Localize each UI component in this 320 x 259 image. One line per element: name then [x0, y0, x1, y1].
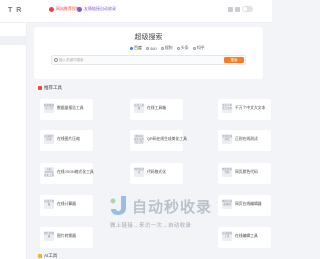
tool-name: 在线计算器	[57, 202, 76, 206]
tool-thumbnail: 网页在线编辑器	[222, 199, 232, 209]
tool-card[interactable]: QR码在线生成美化工具 QR码在线生成美化工具	[130, 130, 187, 151]
tool-name: QR码在线生成美化工具	[147, 137, 187, 141]
tab-toutiao[interactable]: 头条	[176, 45, 189, 51]
tool-card[interactable]: 正则在线测试 正则在线测试	[218, 130, 271, 151]
search-panel: 超级搜索 百度 360 搜狗 头条 知乎 搜索	[34, 27, 263, 79]
tool-card[interactable]: 在线编辑工具 在线编辑工具	[218, 227, 271, 248]
tool-card[interactable]: 在线计算器 在线计算器	[40, 195, 93, 216]
sidebar	[0, 23, 27, 259]
search-title: 超级搜索	[134, 34, 163, 41]
tool-name: 正则在线测试	[235, 137, 258, 141]
site-logo[interactable]: T R	[8, 7, 22, 14]
search-icon	[54, 58, 58, 62]
tool-name: 图片转换器	[57, 234, 76, 238]
section-title: 推荐工具	[44, 85, 62, 90]
alert-icon	[49, 6, 54, 12]
tag-icon	[38, 254, 42, 258]
tool-thumbnail: 图片转换器	[44, 231, 54, 241]
tool-name: 在线图片压缩	[57, 137, 80, 141]
link-icon	[77, 6, 82, 12]
tool-name: 在线工具箱	[147, 106, 166, 110]
tab-baidu[interactable]: 百度	[130, 45, 142, 51]
tool-card[interactable]: 在线工具箱 在线工具箱	[130, 99, 183, 120]
tab-sogou[interactable]: 搜狗	[160, 45, 173, 51]
tool-thumbnail: 在线图片压缩	[44, 134, 54, 144]
radio-icon	[130, 46, 133, 50]
notice-links-label: 友情链接自动收录	[84, 6, 116, 11]
radio-icon	[192, 46, 196, 50]
search-button[interactable]: 搜索	[224, 57, 244, 63]
tool-card[interactable]: 在线JSON格式化工具 在线JSON格式化工具	[40, 163, 94, 184]
tool-card[interactable]: 数据量报告工具 数据量报告工具	[40, 99, 93, 120]
tool-thumbnail: 代码格式化	[134, 167, 144, 177]
tool-name: 网页在线编辑器	[235, 202, 262, 206]
section-heading-recommended: 推荐工具	[38, 85, 62, 91]
tool-card[interactable]: 千万个中文大文本 千万个中文大文本	[218, 99, 271, 120]
user-icon[interactable]	[235, 7, 240, 12]
notice-links[interactable]: 友情链接自动收录	[77, 6, 116, 12]
watermark-tagline: 做上链接→来访一次→自动收录	[110, 223, 192, 229]
notice-submit[interactable]: 网站推荐投稿	[49, 6, 80, 12]
tag-icon	[38, 86, 42, 90]
section-title: AI工具	[44, 253, 58, 258]
tool-name: 千万个中文大文本	[235, 106, 266, 110]
tab-label: 搜狗	[164, 45, 173, 50]
grid-icon[interactable]	[228, 7, 233, 12]
tool-thumbnail: 网页颜色代码	[222, 167, 232, 177]
top-bar: T R 网站推荐投稿 友情链接自动收录	[0, 0, 272, 23]
watermark-logo-icon	[110, 196, 126, 215]
tool-thumbnail: 千万个中文大文本	[222, 103, 232, 113]
radio-icon	[146, 46, 149, 50]
search-engine-tabs: 百度 360 搜狗 头条 知乎	[130, 45, 205, 51]
tool-card[interactable]: 代码格式化 代码格式化	[130, 163, 183, 184]
tab-zhihu[interactable]: 知乎	[192, 45, 205, 51]
watermark-brand: 自动秒收录	[132, 199, 213, 216]
sidebar-item-active[interactable]	[0, 36, 27, 45]
tool-thumbnail: 在线JSON格式化工具	[44, 167, 54, 177]
tool-name: 网页颜色代码	[235, 170, 258, 174]
tool-card[interactable]: 图片转换器 图片转换器	[40, 227, 93, 248]
header-icons	[228, 7, 240, 12]
tab-360[interactable]: 360	[146, 45, 157, 51]
search-input[interactable]	[59, 56, 209, 64]
tool-thumbnail: 正则在线测试	[222, 134, 232, 144]
tool-name: 在线JSON格式化工具	[57, 170, 94, 174]
tool-thumbnail: 在线编辑工具	[222, 231, 232, 241]
theme-toggle[interactable]	[242, 6, 253, 12]
tab-label: 知乎	[196, 45, 205, 50]
tool-thumbnail: 在线计算器	[44, 199, 54, 209]
tool-thumbnail: 数据量报告工具	[44, 103, 54, 113]
tool-thumbnail: QR码在线生成美化工具	[134, 134, 144, 144]
tool-card[interactable]: 网页在线编辑器 网页在线编辑器	[218, 195, 271, 216]
tool-name: 数据量报告工具	[57, 106, 84, 110]
tool-name: 代码格式化	[147, 170, 166, 174]
radio-icon	[160, 46, 164, 50]
tool-name: 在线编辑工具	[235, 234, 258, 238]
search-box: 搜索	[51, 55, 246, 65]
tool-card[interactable]: 网页颜色代码 网页颜色代码	[218, 163, 271, 184]
section-heading-ai: AI工具	[38, 253, 57, 259]
tool-card[interactable]: 在线图片压缩 在线图片压缩	[40, 130, 93, 151]
tab-label: 百度	[134, 45, 142, 50]
tab-label: 头条	[180, 45, 189, 50]
radio-icon	[176, 46, 180, 50]
tool-thumbnail: 在线工具箱	[134, 103, 144, 113]
tab-label: 360	[150, 45, 157, 51]
